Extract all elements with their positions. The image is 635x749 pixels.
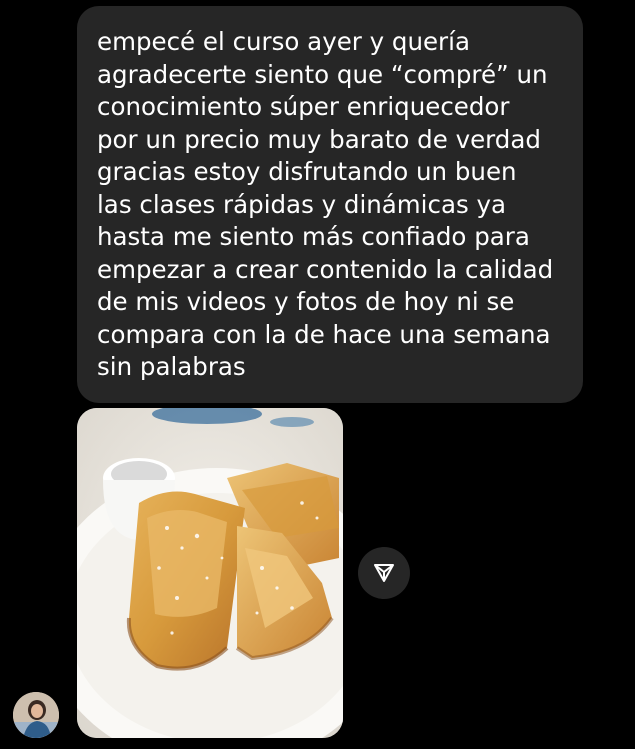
message-text: empecé el curso ayer y quería agradecert… (97, 27, 554, 381)
message-bubble[interactable]: empecé el curso ayer y quería agradecert… (77, 6, 583, 403)
send-arrow-icon (374, 564, 394, 582)
chat-thread: empecé el curso ayer y quería agradecert… (0, 0, 635, 749)
photo-attachment[interactable] (77, 408, 343, 738)
share-button[interactable] (358, 547, 410, 599)
avatar[interactable] (13, 692, 59, 738)
french-toast-image (77, 408, 343, 738)
avatar-icon (13, 692, 59, 738)
